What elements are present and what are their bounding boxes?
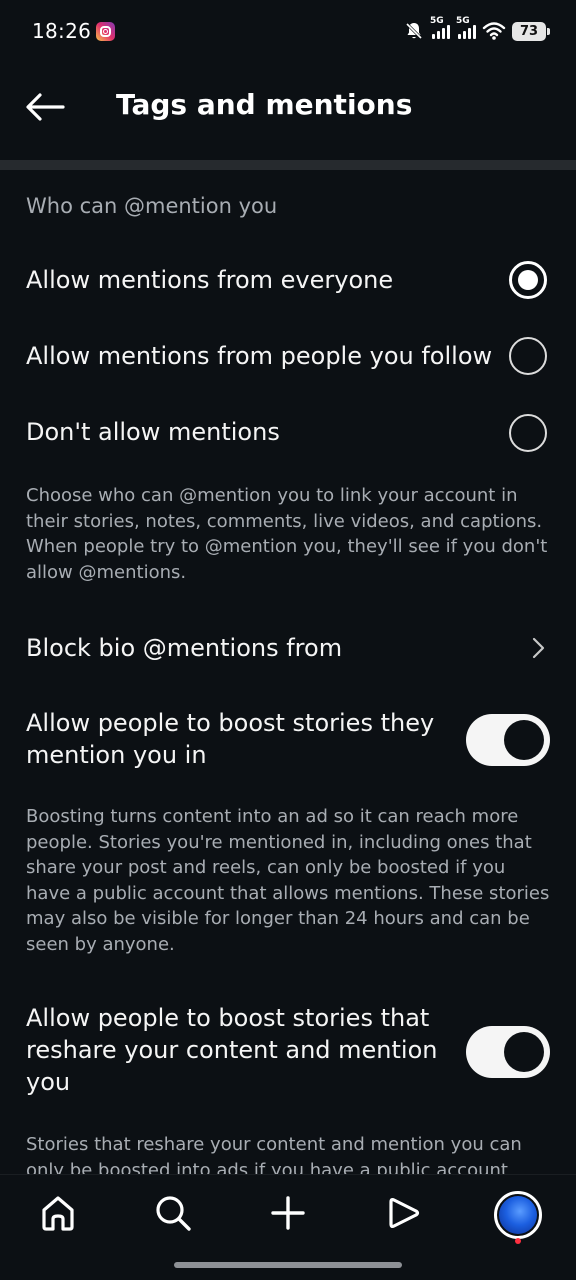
boost-reshare-description: Stories that reshare your content and me… bbox=[26, 1134, 522, 1174]
option-no-mentions[interactable]: Don't allow mentions bbox=[0, 394, 576, 470]
create-icon bbox=[271, 1196, 305, 1230]
nav-home-button[interactable] bbox=[34, 1189, 82, 1237]
boost-stories-item[interactable]: Allow people to boost stories they menti… bbox=[0, 700, 576, 780]
home-icon bbox=[42, 1196, 74, 1231]
nav-search-button[interactable] bbox=[149, 1189, 197, 1237]
radio-button[interactable] bbox=[509, 414, 547, 452]
profile-avatar-button[interactable] bbox=[494, 1191, 542, 1239]
option-label: Don't allow mentions bbox=[26, 418, 280, 446]
mentions-description: Choose who can @mention you to link your… bbox=[26, 485, 548, 583]
toggle-knob bbox=[504, 720, 544, 760]
block-bio-label: Block bio @mentions from bbox=[26, 634, 343, 662]
header: Tags and mentions bbox=[0, 62, 576, 160]
battery-level: 73 bbox=[519, 23, 539, 39]
boost-stories-description: Boosting turns content into an ad so it … bbox=[26, 806, 550, 955]
boost-reshare-label: Allow people to boost stories that resha… bbox=[26, 1004, 438, 1096]
toggle-knob bbox=[504, 1032, 544, 1072]
boost-reshare-item[interactable]: Allow people to boost stories that resha… bbox=[0, 994, 576, 1104]
boost-stories-toggle[interactable] bbox=[466, 714, 550, 766]
chevron-right-icon bbox=[532, 637, 545, 659]
boost-reshare-toggle[interactable] bbox=[466, 1026, 550, 1078]
mute-bell-icon bbox=[405, 22, 423, 40]
instagram-notification-icon bbox=[96, 22, 115, 41]
section-heading: Who can @mention you bbox=[26, 194, 278, 218]
back-arrow-icon bbox=[26, 93, 65, 121]
nav-create-button[interactable] bbox=[264, 1189, 312, 1237]
reels-icon bbox=[389, 1197, 420, 1229]
option-mentions-everyone[interactable]: Allow mentions from everyone bbox=[0, 242, 576, 318]
status-bar: 18:26 5G 5G 73 bbox=[0, 0, 576, 62]
option-mentions-following[interactable]: Allow mentions from people you follow bbox=[0, 318, 576, 394]
signal-icon: 5G bbox=[456, 16, 476, 39]
option-label: Allow mentions from everyone bbox=[26, 266, 394, 294]
option-label: Allow mentions from people you follow bbox=[26, 342, 493, 370]
settings-content[interactable]: Who can @mention you Allow mentions from… bbox=[0, 170, 576, 1174]
radio-button[interactable] bbox=[509, 337, 547, 375]
radio-button-selected[interactable] bbox=[509, 261, 547, 299]
page-title: Tags and mentions bbox=[116, 88, 413, 121]
battery-icon: 73 bbox=[512, 21, 550, 41]
avatar bbox=[499, 1196, 537, 1234]
block-bio-mentions-item[interactable]: Block bio @mentions from bbox=[0, 610, 576, 686]
wifi-icon bbox=[482, 22, 506, 40]
boost-stories-label: Allow people to boost stories they menti… bbox=[26, 709, 435, 769]
network-label: 5G bbox=[430, 16, 444, 26]
notification-dot bbox=[515, 1238, 521, 1244]
nav-reels-button[interactable] bbox=[379, 1189, 427, 1237]
status-time: 18:26 bbox=[32, 19, 92, 43]
signal-icon: 5G bbox=[430, 16, 450, 39]
header-divider bbox=[0, 160, 576, 170]
back-button[interactable] bbox=[22, 84, 68, 130]
home-indicator[interactable] bbox=[174, 1262, 402, 1268]
network-label: 5G bbox=[456, 16, 470, 26]
status-icons: 5G 5G 73 bbox=[404, 16, 550, 44]
screen: 18:26 5G 5G 73 Tags and mentions Who can… bbox=[0, 0, 576, 1280]
search-icon bbox=[156, 1196, 191, 1231]
